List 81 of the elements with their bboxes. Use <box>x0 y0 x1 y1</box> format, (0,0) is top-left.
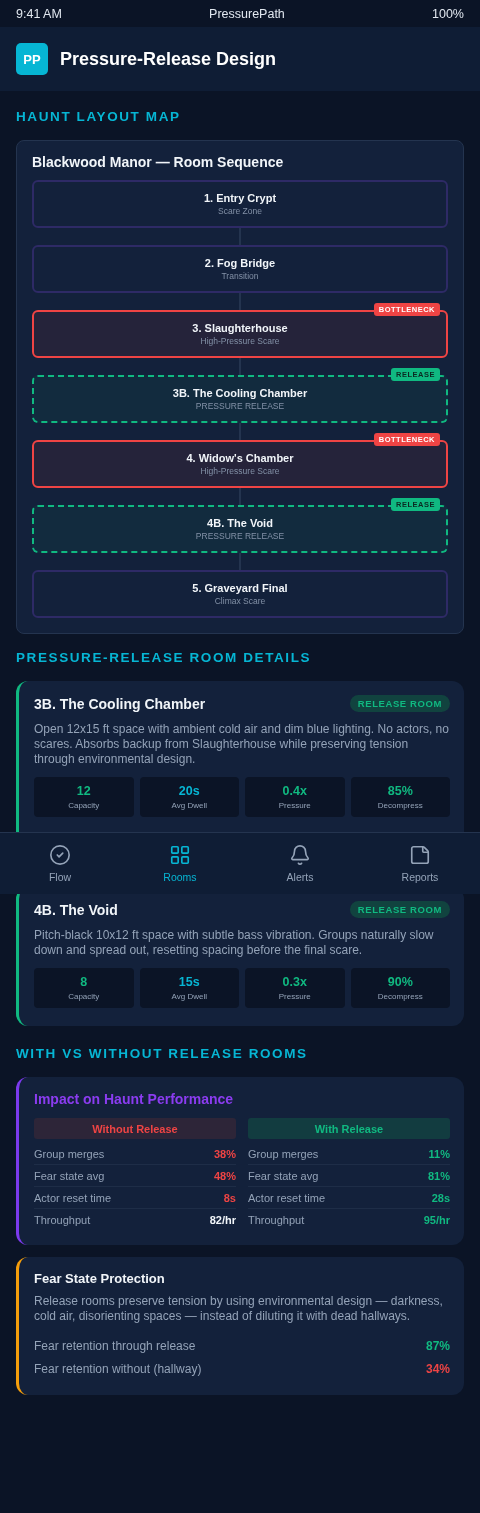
stat-value: 12 <box>76 784 91 798</box>
section-heading: HAUNT LAYOUT MAP <box>16 109 182 124</box>
stat-label: Avg Dwell <box>171 801 207 810</box>
room-name: 3B. The Cooling Chamber <box>172 387 308 399</box>
stat-label: Capacity <box>68 992 100 1001</box>
room-type: PRESSURE RELEASE <box>195 531 285 541</box>
map-title: Blackwood Manor — Room Sequence <box>32 154 285 170</box>
metric-value: 82/hr <box>209 1214 236 1226</box>
metric-value: 95/hr <box>423 1214 450 1226</box>
room-name: 1. Entry Crypt <box>203 192 277 204</box>
retention-label: Fear retention through release <box>34 1338 196 1353</box>
metric-label: Group merges <box>248 1147 319 1160</box>
protection-title: Fear State Protection <box>34 1271 166 1286</box>
section-heading: PRESSURE-RELEASE ROOM DETAILS <box>16 650 313 665</box>
metric-value: 38% <box>213 1147 236 1160</box>
room-name: 5. Graveyard Final <box>192 582 288 594</box>
room-type: High-Pressure Scare <box>200 466 280 476</box>
bell-icon <box>289 844 311 866</box>
stat-label: Pressure <box>278 801 311 810</box>
battery-level: 100% <box>432 6 464 21</box>
room-name: 2. Fog Bridge <box>204 257 276 269</box>
metric-value: 81% <box>427 1169 450 1182</box>
nav-tab[interactable]: Rooms <box>135 840 225 887</box>
room-name: 4B. The Void <box>207 517 273 529</box>
room-type: Scare Zone <box>218 206 262 216</box>
metric-label: Throughput <box>248 1214 305 1226</box>
room-type: High-Pressure Scare <box>200 336 280 346</box>
status-time: 9:41 AM <box>16 6 62 21</box>
app-name: PressurePath <box>209 6 285 21</box>
room-name: 3. Slaughterhouse <box>192 322 288 334</box>
nav-tab[interactable]: Reports <box>375 840 465 887</box>
stat-value: 20s <box>178 784 200 798</box>
metric-label: Fear state avg <box>34 1169 105 1182</box>
protection-description: Release rooms preserve tension by using environmental design — darkness, cold air, disorienting spaces — instead of diluting it with dead hallways. <box>34 1294 444 1324</box>
stat-value: 85% <box>387 784 413 798</box>
room-node[interactable]: 2. Fog Bridge Transition <box>32 245 448 293</box>
room-node[interactable]: 5. Graveyard Final Climax Scare <box>32 570 448 618</box>
room-type: Transition <box>221 271 259 281</box>
stat-value: 0.4x <box>282 784 307 798</box>
stat-value: 8 <box>80 975 88 989</box>
stat-label: Decompress <box>377 992 423 1001</box>
room-tag: RELEASE ROOM <box>349 695 450 712</box>
metric-value: 8s <box>223 1191 236 1204</box>
nav-tab[interactable]: Alerts <box>255 840 345 887</box>
room-node[interactable]: 1. Entry Crypt Scare Zone <box>32 180 448 228</box>
room-title: 3B. The Cooling Chamber <box>34 695 206 712</box>
stat-label: Pressure <box>278 992 311 1001</box>
metric-label: Actor reset time <box>248 1191 326 1204</box>
room-type: Climax Scare <box>214 596 266 606</box>
stat-label: Avg Dwell <box>171 992 207 1001</box>
column-heading: With Release <box>248 1118 450 1139</box>
metric-value: 11% <box>428 1147 450 1160</box>
metric-label: Throughput <box>34 1214 91 1226</box>
room-title: 4B. The Void <box>34 901 118 918</box>
room-description: Pitch-black 10x12 ft space with subtle bass vibration. Groups naturally slow down and spread out, resetting spacing before the final scare. <box>34 928 435 958</box>
retention-value: 34% <box>425 1361 450 1376</box>
nav-tab[interactable]: Flow <box>15 840 105 887</box>
room-name: 4. Widow's Chamber <box>186 452 294 464</box>
page-title: Pressure-Release Design <box>60 48 277 70</box>
retention-label: Fear retention without (hallway) <box>34 1361 202 1376</box>
stat-label: Capacity <box>68 801 100 810</box>
room-type: PRESSURE RELEASE <box>195 401 285 411</box>
stat-value: 90% <box>387 975 413 989</box>
metric-label: Fear state avg <box>248 1169 319 1182</box>
metric-label: Actor reset time <box>34 1191 112 1204</box>
metric-value: 28s <box>431 1191 450 1204</box>
room-description: Open 12x15 ft space with ambient cold air and dim blue lighting. No actors, no scares. Absorbs backup from Slaughterhouse while preserving tension through environmental design. <box>34 722 450 767</box>
section-heading: WITH VS WITHOUT RELEASE ROOMS <box>16 1046 309 1061</box>
app-logo: PP <box>16 43 48 75</box>
retention-value: 87% <box>425 1338 450 1353</box>
comparison-title: Impact on Haunt Performance <box>34 1091 235 1107</box>
metric-label: Group merges <box>34 1147 105 1160</box>
column-heading: Without Release <box>34 1118 236 1139</box>
stat-value: 15s <box>178 975 200 989</box>
check-circle-icon <box>49 844 71 866</box>
metric-value: 48% <box>213 1169 236 1182</box>
stat-label: Decompress <box>377 801 423 810</box>
room-tag: RELEASE ROOM <box>349 901 450 918</box>
grid-icon <box>169 844 191 866</box>
note-icon <box>409 844 431 866</box>
stat-value: 0.3x <box>282 975 307 989</box>
